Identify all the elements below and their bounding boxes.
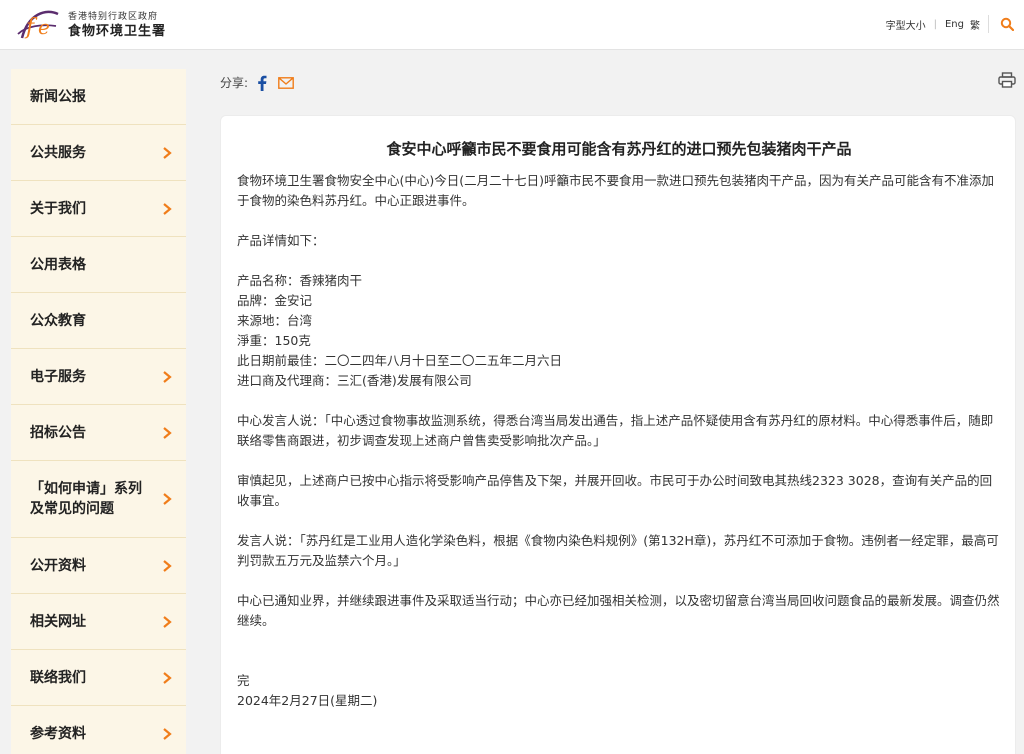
article-end-marker: 完 [237,673,250,688]
sidebar-item-forms[interactable]: 公用表格 [11,237,186,293]
sidebar-item-contact-us[interactable]: 联络我们 [11,650,186,706]
product-name: 产品名称：香辣猪肉干 [237,273,363,288]
chevron-right-icon [163,426,172,439]
header-utilities: 字型大小 | Eng 繁 [886,15,1016,33]
lang-eng-link[interactable]: Eng [945,19,964,30]
article-title: 食安中心呼籲市民不要食用可能含有苏丹红的进口预先包装猪肉干产品 [386,140,852,158]
product-importer: 进口商及代理商：三汇(香港)发展有限公司 [237,373,472,388]
sidebar-item-label: 参考资料 [30,725,86,742]
article-paragraph: 食物环境卫生署食物安全中心(中心)今日(二月二十七日)呼籲市民不要食用一款进口预… [237,173,995,208]
sidebar-item-reference[interactable]: 参考资料 [11,706,186,754]
email-icon[interactable] [278,76,294,89]
org-name: 香港特别行政区政府 食物环境卫生署 [68,11,166,40]
sidebar-item-about-us[interactable]: 关于我们 [11,181,186,237]
svg-text:f: f [24,15,38,40]
product-net-weight: 淨重：150克 [237,333,311,348]
sidebar-item-label: 招标公告 [30,424,86,441]
article-paragraph: 发言人说：「苏丹红是工业用人造化学染色料，根据《食物内染色料规例》(第132H章… [237,533,999,568]
product-best-before: 此日期前最佳：二〇二四年八月十日至二〇二五年二月六日 [237,353,563,368]
site-header: f e 香港特别行政区政府 食物环境卫生署 字型大小 | Eng 繁 [0,0,1024,50]
divider: | [933,18,937,30]
article-date: 2024年2月27日(星期二) [237,693,378,708]
chevron-right-icon [163,370,172,383]
sidebar-item-public-education[interactable]: 公众教育 [11,293,186,349]
sidebar-nav: 新闻公报 公共服务 关于我们 公用表格 公众教育 电子服务 招标公告 「如何申请… [11,69,186,754]
article-paragraph: 中心发言人说：「中心透过食物事故监测系统，得悉台湾当局发出通告，指上述产品怀疑使… [237,413,994,448]
sidebar-item-label: 公共服务 [30,144,86,161]
sidebar-item-label: 电子服务 [30,368,86,385]
product-brand: 品牌：金安记 [237,293,313,308]
chevron-right-icon [163,727,172,740]
sidebar-item-public-services[interactable]: 公共服务 [11,125,186,181]
sidebar-item-label: 公开资料 [30,557,86,574]
search-icon [1000,17,1014,31]
article-paragraph: 中心已通知业界，并继续跟进事件及采取适当行动；中心亦已经加强相关检测，以及密切留… [237,593,1000,628]
sidebar-item-label: 相关网址 [30,613,86,630]
chevron-right-icon [163,671,172,684]
org-name-line2: 食物环境卫生署 [68,24,167,39]
sidebar-item-label: 关于我们 [30,200,86,217]
sidebar-item-label: 公用表格 [30,256,86,273]
product-origin: 来源地：台湾 [237,313,313,328]
sidebar-item-e-services[interactable]: 电子服务 [11,349,186,405]
share-bar: 分享: [220,74,294,91]
chevron-right-icon [163,559,172,572]
sidebar-item-label: 新闻公报 [30,88,86,105]
fehd-logo[interactable]: f e [12,4,68,46]
print-icon[interactable] [998,72,1016,88]
org-name-line1: 香港特别行政区政府 [68,12,159,22]
font-size-link[interactable]: 字型大小 [886,17,926,32]
lang-trad-link[interactable]: 繁 [970,17,980,32]
article-body: 食物环境卫生署食物安全中心(中心)今日(二月二十七日)呼籲市民不要食用一款进口预… [237,171,1003,711]
chevron-right-icon [163,202,172,215]
sidebar-item-label: 联络我们 [30,669,86,686]
chevron-right-icon [163,146,172,159]
article-paragraph: 审慎起见，上述商户已按中心指示将受影响产品停售及下架，并展开回收。市民可于办公时… [237,473,993,508]
facebook-icon[interactable] [256,75,268,91]
svg-text:e: e [38,15,50,39]
sidebar-item-label: 「如何申请」系列及常见的问题 [30,481,142,517]
sidebar-item-tenders[interactable]: 招标公告 [11,405,186,461]
sidebar-item-public-information[interactable]: 公开资料 [11,538,186,594]
sidebar-item-press-releases[interactable]: 新闻公报 [11,69,186,125]
sidebar-item-label: 公众教育 [30,312,86,329]
sidebar-item-how-to-apply-faq[interactable]: 「如何申请」系列及常见的问题 [11,461,186,538]
chevron-right-icon [163,493,172,505]
sidebar-item-related-links[interactable]: 相关网址 [11,594,186,650]
share-label: 分享: [220,76,249,90]
press-release-card: 食安中心呼籲市民不要食用可能含有苏丹红的进口预先包装猪肉干产品 食物环境卫生署食… [220,115,1016,754]
chevron-right-icon [163,615,172,628]
product-details-intro: 产品详情如下： [237,233,325,248]
search-button[interactable] [988,15,1016,33]
